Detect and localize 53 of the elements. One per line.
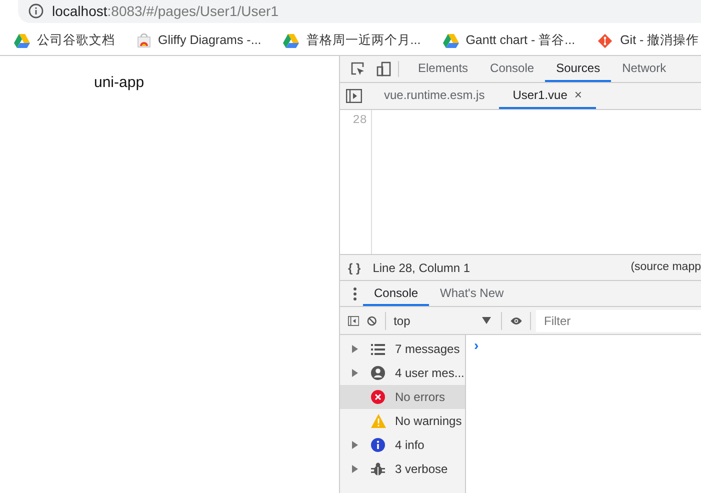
info-icon[interactable] [28,3,44,19]
caret-icon [482,317,492,324]
line-number: 28 [340,110,372,254]
list-icon [371,344,385,354]
filter-field[interactable]: Filter [536,310,701,332]
url-host: localhost [52,2,108,20]
expand-arrow-icon[interactable] [352,369,358,377]
error-icon [371,390,385,404]
page-title: uni-app [94,73,144,93]
info-icon [371,438,385,452]
address-bar[interactable]: localhost:8083/#/pages/User1/User1 [18,0,701,23]
eye-icon[interactable] [510,314,522,326]
device-icon[interactable] [376,61,392,77]
drive-icon [442,34,459,48]
bookmark[interactable]: 普格周一近两个月... [283,31,421,50]
more-icon[interactable] [353,286,357,300]
pretty-print-button[interactable]: { } [348,258,361,276]
clear-console-icon[interactable] [367,314,377,328]
sidebar-item[interactable]: No errors [340,385,465,409]
warning-icon [371,414,386,428]
panel-tab[interactable]: Network [611,56,678,82]
navigator-toggle-icon[interactable] [346,89,362,103]
sidebar-toggle-icon[interactable] [348,314,360,328]
file-tab[interactable]: vue.runtime.esm.js [370,83,499,109]
context-select[interactable]: top [394,312,494,330]
drive-icon [14,34,30,48]
sidebar-item[interactable]: 3 verbose [340,457,465,481]
close-tab-button[interactable]: × [574,85,582,105]
url-path: :8083/#/pages/User1/User1 [107,2,278,21]
file-tab[interactable]: User1.vue × [498,83,596,109]
expand-arrow-icon[interactable] [352,465,358,473]
bookmark[interactable]: Gantt chart - 普谷... [442,31,576,50]
bookmark[interactable]: Git - 撤消操作 [597,31,700,50]
bag-icon [137,33,151,48]
drawer-tab[interactable]: What's New [429,281,515,306]
expand-arrow-icon[interactable] [352,345,358,353]
sidebar-item[interactable]: No warnings [340,409,465,433]
panel-tab[interactable]: Elements [407,56,480,82]
sidebar-item[interactable]: 7 messages [340,337,465,361]
expand-arrow-icon[interactable] [352,441,358,449]
drive-icon [283,34,300,48]
inspect-icon[interactable] [350,61,366,77]
bookmark[interactable]: Gliffy Diagrams -... [137,31,262,50]
sidebar-item[interactable]: 4 info [340,433,465,457]
cursor-position: Line 28, Column 1 [372,260,470,276]
bookmark[interactable]: 公司谷歌文档 [14,31,115,50]
sidebar-item[interactable]: 4 user mes... [340,361,465,385]
panel-tab[interactable]: Console [479,56,546,82]
console-prompt[interactable]: › [474,337,479,353]
context-value: top [394,312,410,330]
source-map-status: (source mapp [630,260,701,275]
user-icon [371,366,385,380]
bug-icon [371,462,385,476]
